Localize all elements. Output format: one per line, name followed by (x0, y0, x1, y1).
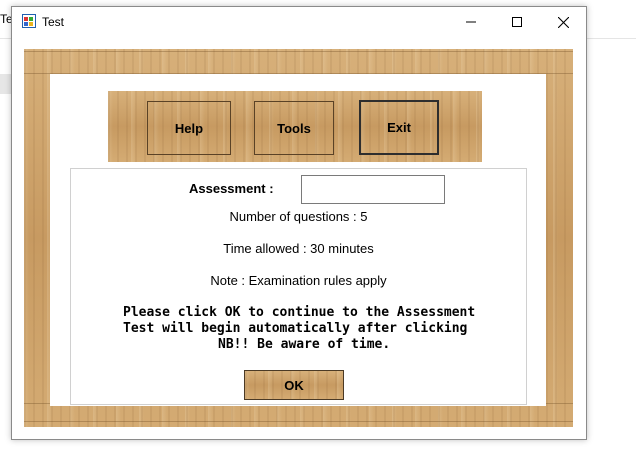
questions-count-text: Number of questions : 5 (229, 209, 368, 224)
minimize-icon (466, 21, 476, 23)
exit-button[interactable]: Exit (359, 100, 439, 155)
window-title: Test (42, 15, 65, 29)
test-window: Test Help Tools Exit Assessment : Number… (11, 6, 587, 440)
frame-grain (24, 421, 573, 422)
minimize-button[interactable] (448, 7, 494, 37)
instruction-line-2: Test will begin automatically after clic… (123, 321, 468, 336)
ok-button[interactable]: OK (244, 370, 344, 400)
app-icon (22, 14, 36, 28)
assessment-label: Assessment : (189, 181, 274, 196)
instruction-line-1: Please click OK to continue to the Asses… (123, 305, 476, 320)
title-bar[interactable]: Test (12, 7, 586, 37)
close-icon (557, 16, 569, 28)
tools-button[interactable]: Tools (254, 101, 334, 155)
close-button[interactable] (540, 7, 586, 37)
frame-grain (24, 51, 573, 52)
note-text: Note : Examination rules apply (210, 273, 387, 288)
toolbar: Help Tools Exit (108, 91, 482, 162)
help-button[interactable]: Help (147, 101, 231, 155)
maximize-icon (512, 17, 522, 27)
assessment-box: Assessment : Number of questions : 5 Tim… (70, 168, 527, 405)
time-allowed-text: Time allowed : 30 minutes (223, 241, 374, 256)
maximize-button[interactable] (494, 7, 540, 37)
assessment-input[interactable] (301, 175, 445, 204)
instruction-line-3: NB!! Be aware of time. (218, 337, 391, 352)
